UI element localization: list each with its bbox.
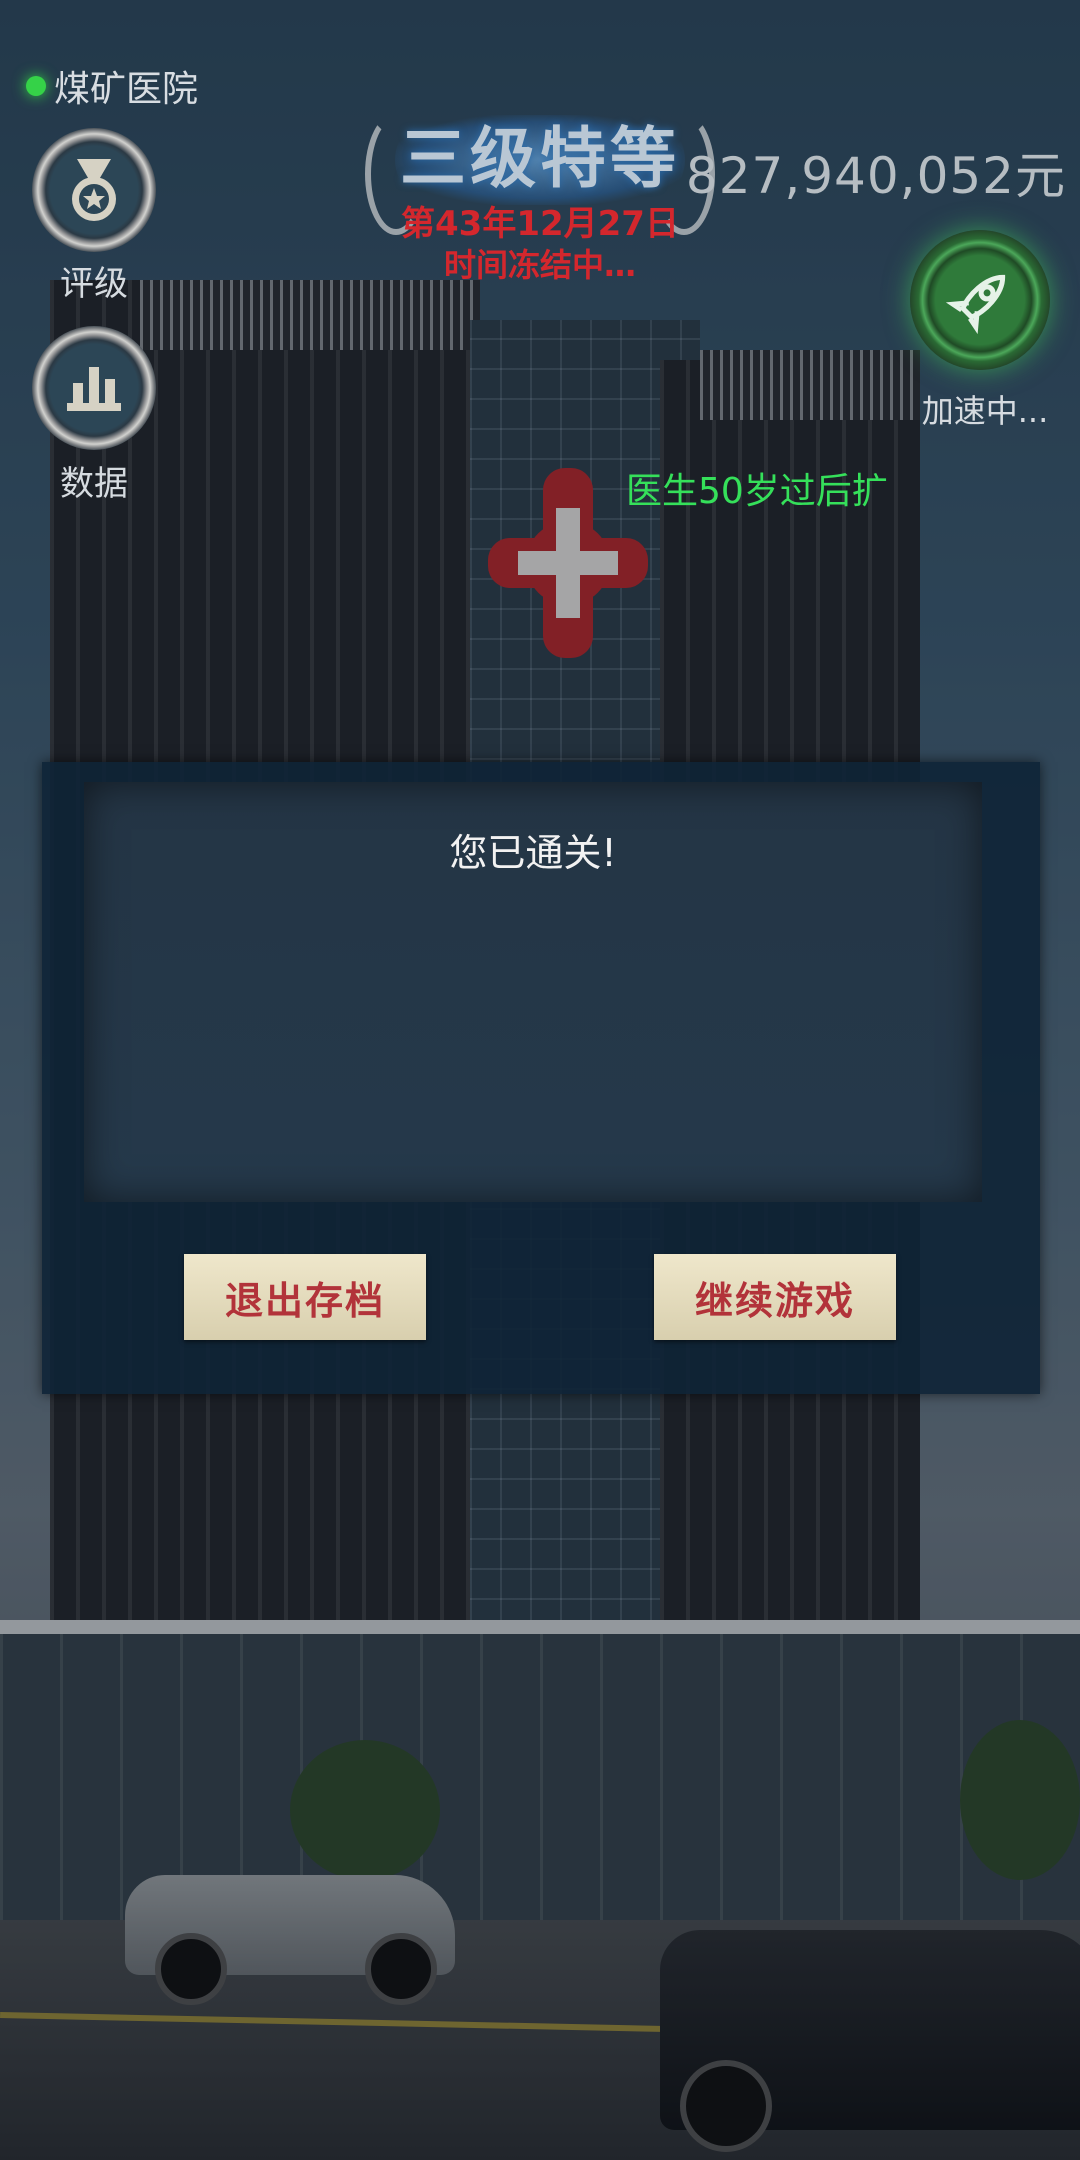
rank-title: 三级特等	[400, 120, 680, 197]
rating-button[interactable]	[32, 128, 156, 252]
status-dot-icon	[26, 76, 46, 96]
bar-chart-icon	[67, 367, 121, 411]
victory-dialog: 您已通关! 退出存档 继续游戏	[42, 762, 1040, 1394]
money-balance: 827,940,052元	[685, 147, 1066, 205]
data-button[interactable]	[32, 326, 156, 450]
continue-game-button[interactable]: 继续游戏	[654, 1254, 896, 1340]
speed-up-button[interactable]	[910, 230, 1050, 370]
dialog-title: 您已通关!	[449, 831, 617, 875]
notice-text: 医生50岁过后扩	[626, 471, 888, 512]
rating-label: 评级	[60, 264, 128, 304]
exit-save-button[interactable]: 退出存档	[184, 1254, 426, 1340]
rocket-icon	[945, 274, 1006, 335]
medal-icon	[72, 159, 116, 221]
dialog-content-area: 您已通关!	[84, 782, 982, 1202]
hospital-name: 煤矿医院	[26, 60, 198, 112]
data-label: 数据	[60, 464, 128, 504]
speed-status-label: 加速中...	[921, 392, 1049, 430]
time-status: 时间冻结中…	[443, 246, 636, 284]
hospital-name-text: 煤矿医院	[54, 69, 199, 110]
